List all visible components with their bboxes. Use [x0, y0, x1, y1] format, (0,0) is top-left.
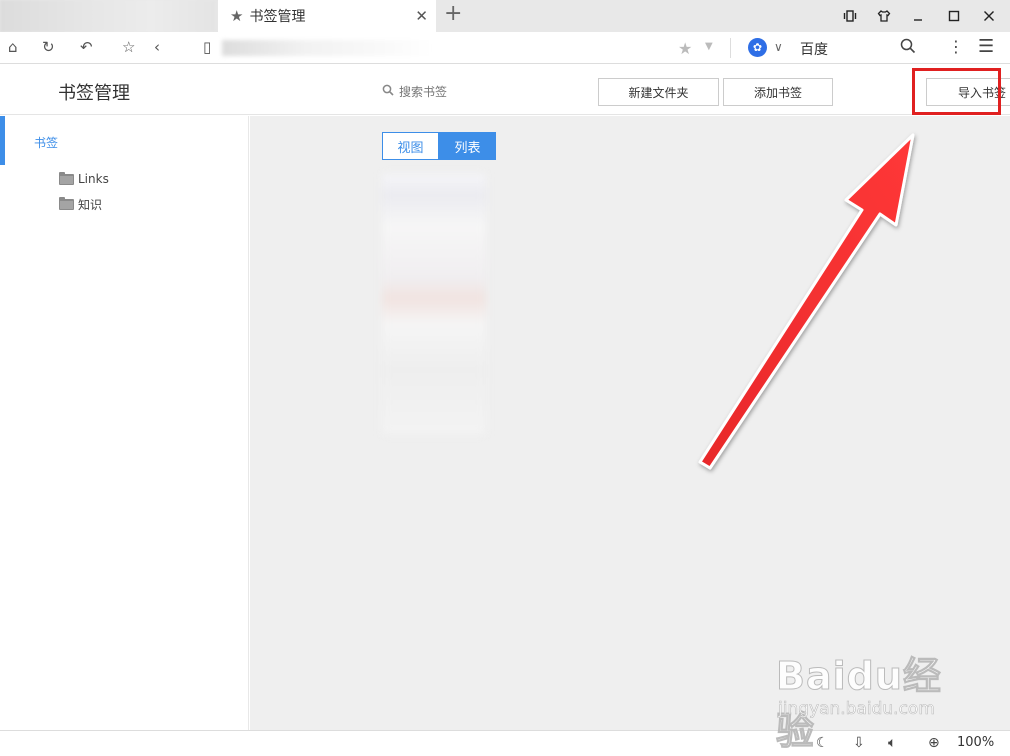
- search-input[interactable]: [399, 84, 559, 99]
- minimize-icon[interactable]: [908, 6, 928, 26]
- folder-icon: [59, 197, 74, 210]
- sound-icon[interactable]: 🔈︎: [888, 735, 896, 751]
- page-icon: ▯: [203, 38, 212, 56]
- folder-icon: [59, 171, 74, 185]
- annotation-highlight-box: [912, 68, 1001, 115]
- bookmark-star-icon[interactable]: ★: [678, 39, 692, 58]
- close-tab-icon[interactable]: ✕: [415, 7, 428, 25]
- star-icon: ★: [230, 7, 244, 25]
- engine-chevron-icon[interactable]: ∨: [774, 40, 783, 54]
- download-icon[interactable]: ⇩: [853, 735, 865, 751]
- zoom-icon[interactable]: ⊕: [928, 735, 940, 751]
- night-mode-icon[interactable]: ☾: [816, 735, 829, 751]
- search-engine-name[interactable]: 百度: [800, 39, 828, 59]
- folder-label: Links: [78, 172, 109, 186]
- refresh-icon[interactable]: ↻: [42, 39, 55, 55]
- add-bookmark-button[interactable]: 添加书签: [723, 78, 833, 106]
- sidebar-folder-links[interactable]: Links: [59, 171, 109, 186]
- sidebar-item-bookmarks[interactable]: 书签: [34, 134, 58, 151]
- toolbar-divider: [730, 38, 731, 58]
- tab-blurred[interactable]: [0, 0, 216, 32]
- bookmark-list-blurred[interactable]: [382, 174, 486, 434]
- search-icon[interactable]: [900, 38, 916, 58]
- close-window-icon[interactable]: [979, 6, 999, 26]
- more-vertical-icon[interactable]: ⋮: [948, 37, 964, 56]
- baidu-paw-icon[interactable]: ✿: [748, 38, 767, 57]
- skin-shirt-icon[interactable]: [874, 6, 894, 26]
- tab-strip: ★ 书签管理 ✕ +: [0, 0, 1010, 32]
- bookmark-search[interactable]: [382, 84, 559, 99]
- sidebar-folder-knowledge[interactable]: 知识: [59, 196, 102, 213]
- page-title: 书签管理: [58, 83, 130, 104]
- view-toggle: 视图 列表: [382, 132, 496, 160]
- grid-view-button[interactable]: 视图: [382, 132, 439, 160]
- new-tab-button[interactable]: +: [444, 3, 462, 25]
- home-icon[interactable]: ⌂: [8, 39, 18, 55]
- bookmark-content-area: 视图 列表: [250, 116, 1010, 730]
- maximize-icon[interactable]: [944, 6, 964, 26]
- navigation-toolbar: ⌂ ↻ ↶ ☆ ‹ ▯ ★ ▼ ✿ ∨ 百度 ⋮ ☰: [0, 32, 1010, 64]
- sidebar: 书签 Links 知识: [0, 116, 249, 730]
- list-view-button[interactable]: 列表: [439, 132, 496, 160]
- address-bar[interactable]: [222, 40, 432, 56]
- active-indicator: [0, 116, 5, 165]
- back-icon[interactable]: ‹: [154, 39, 160, 55]
- undo-close-icon[interactable]: ↶: [80, 39, 93, 55]
- search-icon: [382, 84, 394, 99]
- bookmark-manager-header: 书签管理 新建文件夹 添加书签 导入书签: [0, 65, 1010, 115]
- zoom-level[interactable]: 100%: [957, 735, 994, 750]
- tab-title: 书签管理: [249, 9, 306, 25]
- menu-icon[interactable]: ☰: [978, 36, 994, 57]
- chevron-down-icon[interactable]: ▼: [705, 41, 713, 52]
- new-folder-button[interactable]: 新建文件夹: [598, 78, 719, 106]
- screen-split-icon[interactable]: [840, 6, 860, 26]
- favorites-icon[interactable]: ☆: [122, 39, 135, 55]
- tab-bookmark-manager[interactable]: ★ 书签管理 ✕: [218, 0, 436, 32]
- folder-label: 知识: [78, 198, 103, 212]
- status-bar: ☾ ⇩ 🔈︎ ⊕ 100%: [0, 730, 1010, 756]
